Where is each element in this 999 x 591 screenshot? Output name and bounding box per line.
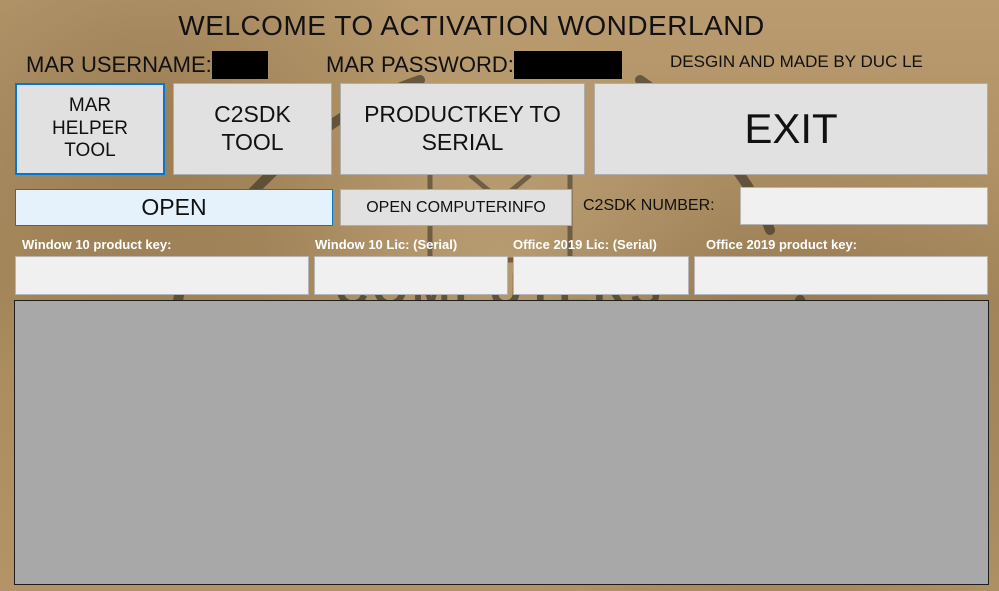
- open-button[interactable]: OPEN: [15, 189, 333, 226]
- office2019-serial-input[interactable]: [513, 256, 689, 295]
- mar-helper-tool-line-3: TOOL: [64, 140, 116, 162]
- c2sdk-tool-button[interactable]: C2SDK TOOL: [173, 83, 332, 175]
- exit-button[interactable]: EXIT: [594, 83, 988, 175]
- productkey-to-serial-line-1: PRODUCTKEY TO: [364, 101, 561, 128]
- productkey-to-serial-button[interactable]: PRODUCTKEY TO SERIAL: [340, 83, 585, 175]
- mar-helper-tool-line-1: MAR: [68, 94, 112, 116]
- mar-helper-tool-line-2: HELPER: [51, 117, 129, 139]
- activation-window: COMPUTERS WELCOME TO ACTIVATION WONDERLA…: [0, 0, 999, 591]
- username-label-group: MAR USERNAME:: [26, 51, 268, 79]
- win10-product-key-input[interactable]: [15, 256, 309, 295]
- username-redacted: [211, 51, 268, 79]
- credit-label: DESGIN AND MADE BY DUC LE: [670, 52, 923, 71]
- c2sdk-number-input[interactable]: [740, 187, 988, 225]
- office2019-product-key-label: Office 2019 product key:: [706, 237, 857, 252]
- win10-product-key-label: Window 10 product key:: [22, 237, 172, 252]
- c2sdk-tool-line-1: C2SDK: [214, 101, 291, 128]
- c2sdk-number-label: C2SDK NUMBER:: [583, 197, 715, 214]
- open-computerinfo-button[interactable]: OPEN COMPUTERINFO: [340, 189, 572, 226]
- win10-serial-input[interactable]: [314, 256, 508, 295]
- password-redacted: [513, 51, 622, 79]
- productkey-to-serial-line-2: SERIAL: [421, 129, 504, 155]
- win10-serial-label: Window 10 Lic: (Serial): [315, 237, 458, 252]
- password-label: MAR PASSWORD:: [326, 52, 514, 77]
- office2019-serial-label: Office 2019 Lic: (Serial): [513, 237, 657, 252]
- window-title: WELCOME TO ACTIVATION WONDERLAND: [178, 10, 765, 41]
- c2sdk-tool-line-2: TOOL: [221, 129, 284, 155]
- mar-helper-tool-button[interactable]: MAR HELPER TOOL: [15, 83, 165, 175]
- password-label-group: MAR PASSWORD:: [326, 51, 622, 79]
- output-panel: [14, 300, 989, 585]
- office2019-product-key-input[interactable]: [694, 256, 988, 295]
- username-label: MAR USERNAME:: [26, 52, 212, 77]
